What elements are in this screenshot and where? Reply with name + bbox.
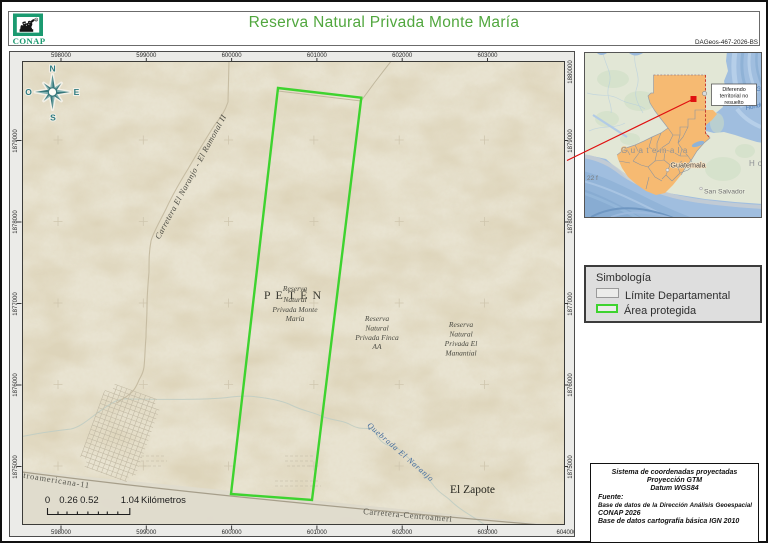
svg-text:Natural: Natural bbox=[364, 323, 388, 332]
svg-text:0: 0 bbox=[44, 495, 49, 506]
svg-text:Kilómetros: Kilómetros bbox=[141, 495, 186, 506]
svg-text:Reserva: Reserva bbox=[447, 320, 472, 329]
svg-text:Guatemala: Guatemala bbox=[670, 161, 705, 170]
svg-text:Ho: Ho bbox=[749, 159, 761, 168]
svg-text:0.52: 0.52 bbox=[80, 495, 99, 506]
svg-text:Natural: Natural bbox=[282, 295, 306, 304]
svg-text:María: María bbox=[284, 314, 304, 323]
svg-text:Guatemala: Guatemala bbox=[621, 146, 691, 155]
svg-text:Manantial: Manantial bbox=[444, 348, 476, 357]
svg-text:Diferendo: Diferendo bbox=[722, 87, 745, 93]
svg-text:1.04: 1.04 bbox=[120, 495, 139, 506]
svg-text:El Zapote: El Zapote bbox=[450, 484, 495, 496]
svg-text:Reserva: Reserva bbox=[363, 314, 388, 323]
svg-text:R: R bbox=[35, 18, 37, 22]
svg-text:O: O bbox=[25, 87, 32, 97]
svg-text:San Salvador: San Salvador bbox=[704, 189, 746, 196]
svg-text:CONAP: CONAP bbox=[13, 36, 46, 46]
svg-text:Reserva: Reserva bbox=[281, 284, 306, 293]
svg-text:S: S bbox=[50, 112, 56, 122]
svg-text:Natural: Natural bbox=[448, 329, 472, 338]
svg-text:Privada Finca: Privada Finca bbox=[354, 333, 399, 342]
svg-text:AA: AA bbox=[371, 342, 382, 351]
svg-text:resuelto: resuelto bbox=[724, 100, 743, 106]
svg-text:Privada El: Privada El bbox=[443, 339, 477, 348]
svg-text:N: N bbox=[49, 63, 55, 73]
svg-text:E: E bbox=[73, 87, 79, 97]
svg-text:0.26: 0.26 bbox=[59, 495, 78, 506]
svg-text:territorial no: territorial no bbox=[720, 93, 748, 99]
svg-text:22 f: 22 f bbox=[587, 175, 598, 182]
svg-text:Privada Monte: Privada Monte bbox=[271, 305, 318, 314]
